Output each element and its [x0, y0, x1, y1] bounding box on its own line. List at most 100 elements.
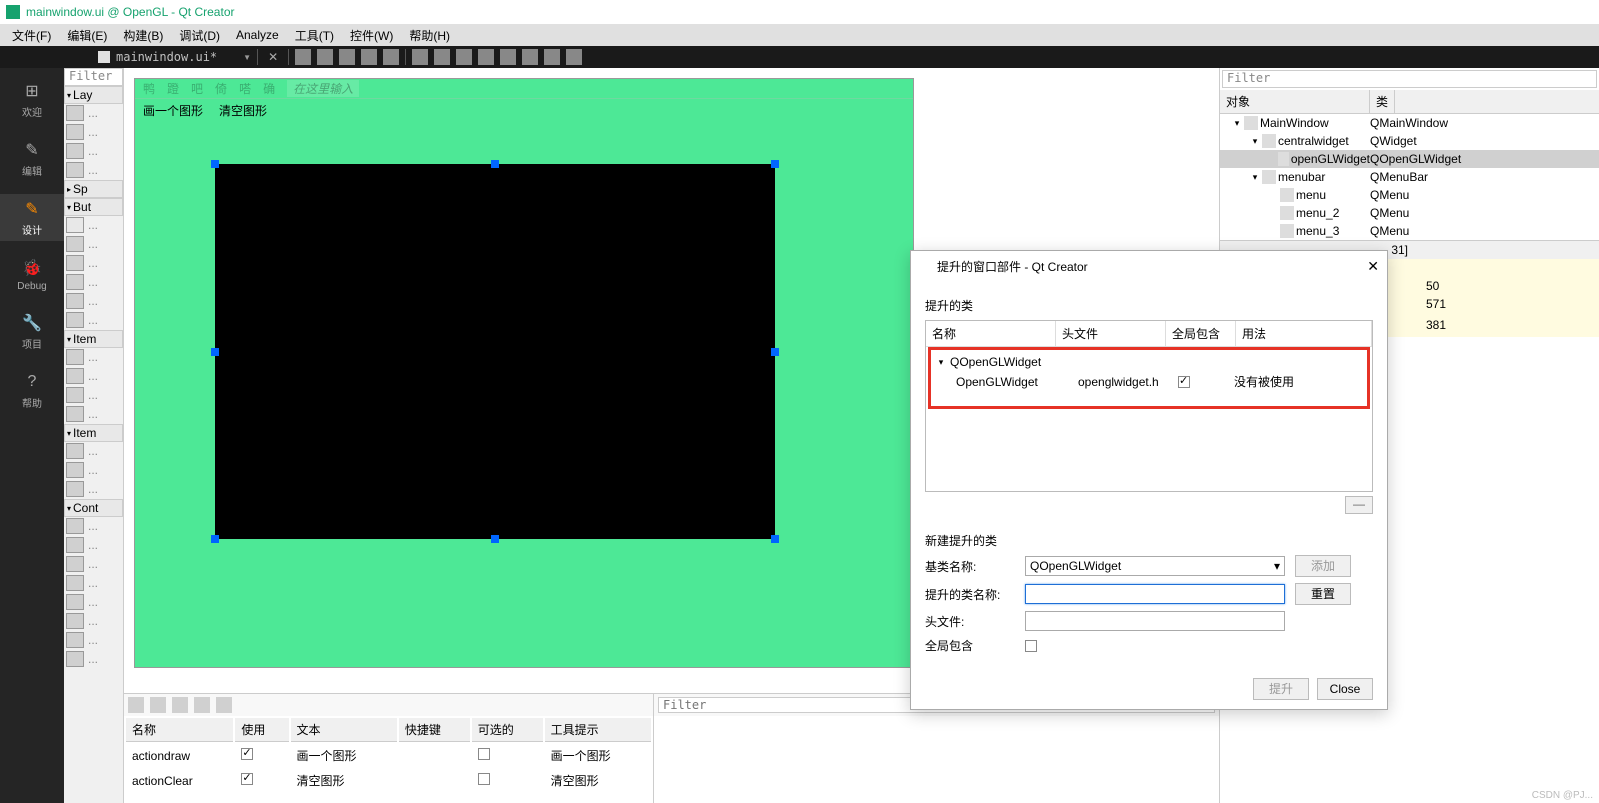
widgetbox-filter[interactable]: Filter [64, 68, 123, 86]
action-clear[interactable]: 清空图形 [219, 102, 267, 119]
promote-button[interactable]: 提升 [1253, 678, 1309, 700]
mode-welcome[interactable]: ⊞欢迎 [0, 76, 64, 123]
tablewidget-icon[interactable] [66, 481, 84, 497]
groupbox-icon[interactable] [66, 518, 84, 534]
mode-edit[interactable]: ✎编辑 [0, 135, 64, 182]
columnview-icon[interactable] [66, 406, 84, 422]
object-tree-row[interactable]: menu_2QMenu [1220, 204, 1599, 222]
menu-type-here[interactable]: 在这里输入 [287, 80, 359, 97]
menu-build[interactable]: 构建(B) [115, 25, 171, 46]
tableview-icon[interactable] [66, 387, 84, 403]
toolbox-icon[interactable] [66, 556, 84, 572]
col-text[interactable]: 文本 [291, 718, 397, 742]
resize-handle[interactable] [771, 535, 779, 543]
resize-handle[interactable] [211, 160, 219, 168]
close-icon[interactable]: ✕ [1367, 258, 1379, 275]
checkbox-icon[interactable] [66, 274, 84, 290]
checkable-checkbox[interactable] [478, 748, 490, 760]
global-include-checkbox[interactable] [1025, 640, 1037, 652]
radiobutton-icon[interactable] [66, 255, 84, 271]
treeview-icon[interactable] [66, 368, 84, 384]
opengl-widget[interactable] [215, 164, 775, 539]
resize-handle[interactable] [491, 160, 499, 168]
mainwindow-preview[interactable]: 鸭 蹬 吧 倚 嗒 确 在这里输入 画一个图形 清空图形 [134, 78, 914, 668]
col-tooltip[interactable]: 工具提示 [545, 718, 651, 742]
object-tree-row[interactable]: menu_3QMenu [1220, 222, 1599, 240]
paste-action-icon[interactable] [172, 697, 188, 713]
layout-hsplit-icon[interactable] [456, 49, 472, 65]
formlayout-icon[interactable] [66, 162, 84, 178]
dialogbuttonbox-icon[interactable] [66, 312, 84, 328]
menu-debug[interactable]: 调试(D) [171, 25, 228, 46]
mode-projects[interactable]: 🔧项目 [0, 308, 64, 355]
pushbutton-icon[interactable] [66, 217, 84, 233]
layout-h-icon[interactable] [412, 49, 428, 65]
resize-handle[interactable] [211, 348, 219, 356]
menu-analyze[interactable]: Analyze [228, 26, 287, 44]
new-action-icon[interactable] [128, 697, 144, 713]
toolbar-icon[interactable] [295, 49, 311, 65]
object-tree-row[interactable]: menuQMenu [1220, 186, 1599, 204]
tabwidget-icon[interactable] [66, 575, 84, 591]
widget-icon[interactable] [66, 632, 84, 648]
commandlink-icon[interactable] [66, 293, 84, 309]
resize-handle[interactable] [491, 535, 499, 543]
promoted-class-input[interactable] [1025, 584, 1285, 604]
base-class-select[interactable]: QOpenGLWidget▾ [1025, 556, 1285, 576]
object-tree-row[interactable]: ▾menubarQMenuBar [1220, 168, 1599, 186]
toolbar-icon[interactable] [383, 49, 399, 65]
resize-handle[interactable] [771, 348, 779, 356]
config-action-icon[interactable] [216, 697, 232, 713]
copy-action-icon[interactable] [150, 697, 166, 713]
used-checkbox[interactable] [241, 748, 253, 760]
close-tab-icon[interactable]: ✕ [264, 50, 282, 64]
close-button[interactable]: Close [1317, 678, 1373, 700]
section-buttons[interactable]: ▾But [64, 198, 123, 216]
listview-icon[interactable] [66, 349, 84, 365]
checkable-checkbox[interactable] [478, 773, 490, 785]
section-item2[interactable]: ▾Item [64, 424, 123, 442]
dialog-titlebar[interactable]: 提升的窗口部件 - Qt Creator ✕ [911, 251, 1387, 281]
mode-help[interactable]: ?帮助 [0, 367, 64, 414]
col-used[interactable]: 使用 [235, 718, 288, 742]
menu-help[interactable]: 帮助(H) [401, 25, 458, 46]
toolbar-icon[interactable] [361, 49, 377, 65]
layout-vsplit-icon[interactable] [478, 49, 494, 65]
section-spacers[interactable]: ▸Sp [64, 180, 123, 198]
menu-edit[interactable]: 编辑(E) [59, 25, 115, 46]
treewidget-icon[interactable] [66, 462, 84, 478]
resize-handle[interactable] [771, 160, 779, 168]
menu-tools[interactable]: 工具(T) [287, 25, 342, 46]
layout-grid-icon[interactable] [500, 49, 516, 65]
reset-button[interactable]: 重置 [1295, 583, 1351, 605]
object-tree-row[interactable]: ▾centralwidgetQWidget [1220, 132, 1599, 150]
mode-design[interactable]: ✎设计 [0, 194, 64, 241]
tab-dropdown-icon[interactable]: ▼ [243, 53, 251, 62]
vlayout-icon[interactable] [66, 105, 84, 121]
menu-file[interactable]: 文件(F) [4, 25, 59, 46]
tree-parent-row[interactable]: ▾ QOpenGLWidget [932, 353, 1366, 371]
stackedwidget-icon[interactable] [66, 594, 84, 610]
section-layouts[interactable]: ▾Lay [64, 86, 123, 104]
frame-icon[interactable] [66, 613, 84, 629]
col-checkable[interactable]: 可选的 [472, 718, 543, 742]
menu-widgets[interactable]: 控件(W) [342, 25, 401, 46]
mdiarea-icon[interactable] [66, 651, 84, 667]
action-row[interactable]: actiondraw 画一个图形 画一个图形 [126, 744, 651, 767]
adjust-size-icon[interactable] [566, 49, 582, 65]
action-row[interactable]: actionClear 清空图形 清空图形 [126, 769, 651, 792]
layout-break-icon[interactable] [544, 49, 560, 65]
editor-tab[interactable]: mainwindow.ui* [90, 48, 237, 66]
listwidget-icon[interactable] [66, 443, 84, 459]
object-filter[interactable]: Filter [1222, 70, 1597, 88]
remove-button[interactable]: — [1345, 496, 1373, 514]
gridlayout-icon[interactable] [66, 143, 84, 159]
toolbar-icon[interactable] [317, 49, 333, 65]
col-name[interactable]: 名称 [126, 718, 233, 742]
delete-action-icon[interactable] [194, 697, 210, 713]
used-checkbox[interactable] [241, 773, 253, 785]
section-containers[interactable]: ▾Cont [64, 499, 123, 517]
toolbar-icon[interactable] [339, 49, 355, 65]
col-shortcut[interactable]: 快捷键 [399, 718, 470, 742]
global-include-checkbox[interactable] [1178, 376, 1190, 388]
